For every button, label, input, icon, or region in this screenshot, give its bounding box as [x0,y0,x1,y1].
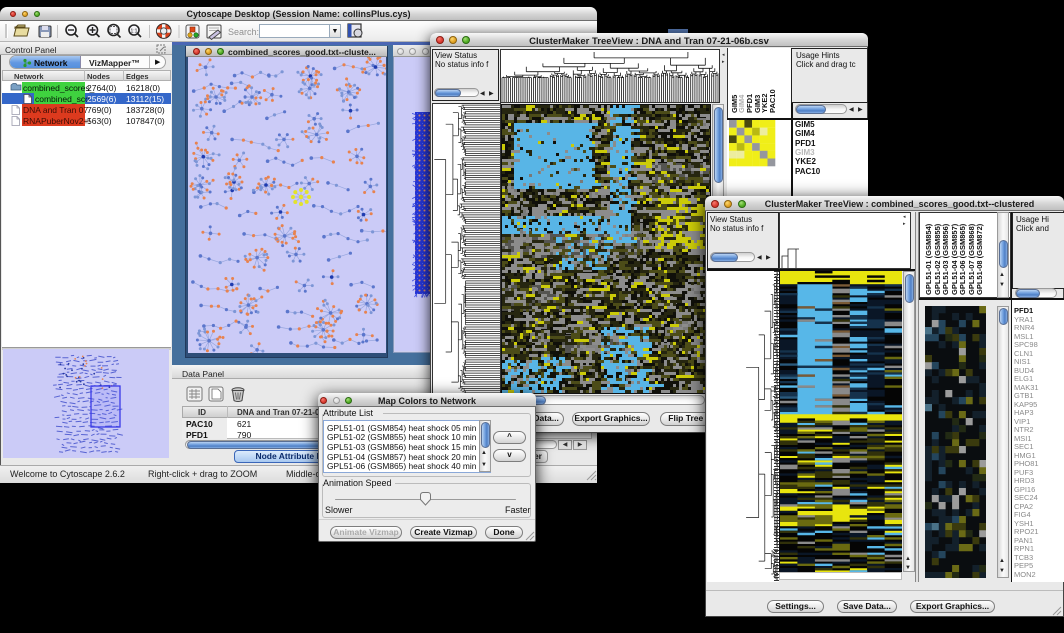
svg-text:1:1: 1:1 [131,29,138,35]
